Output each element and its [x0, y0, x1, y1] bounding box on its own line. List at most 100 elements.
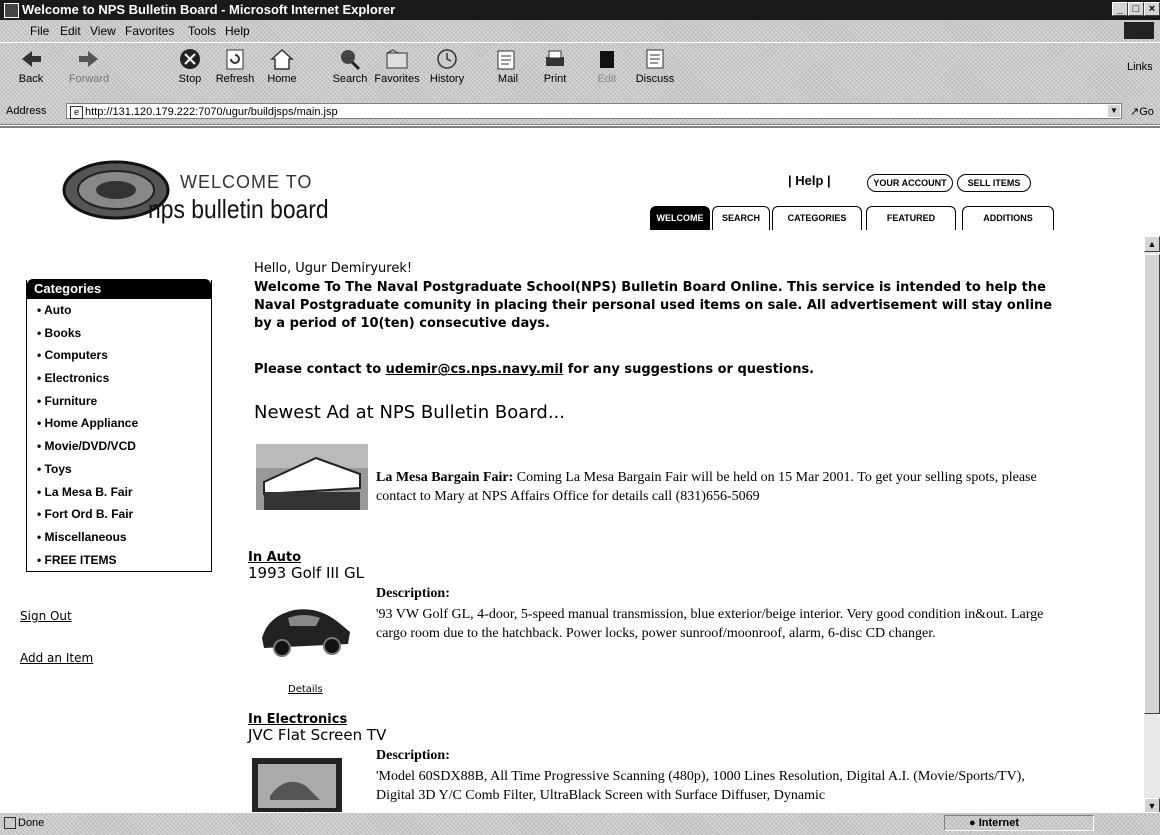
description-label: Description:	[376, 586, 450, 601]
minimize-button[interactable]: _	[1112, 2, 1128, 16]
tab-featured[interactable]: FEATURED	[866, 206, 956, 230]
contact-email-link[interactable]: udemir@cs.nps.navy.mil	[386, 362, 564, 377]
category-electronics[interactable]: • Electronics	[27, 367, 211, 390]
listing-description: 'Model 60SDX88B, All Time Progressive Sc…	[376, 769, 1025, 803]
go-arrow-icon: ↗	[1130, 106, 1140, 118]
menu-favorites[interactable]: Favorites	[125, 24, 174, 38]
menu-tools[interactable]: Tools	[188, 24, 216, 38]
address-input[interactable]: e http://131.120.179.222:7070/ugur/build…	[66, 103, 1122, 119]
favorites-button[interactable]: Favorites	[372, 47, 422, 85]
category-furniture[interactable]: • Furniture	[27, 390, 211, 413]
favorites-folder-icon	[386, 49, 408, 69]
category-computers[interactable]: • Computers	[27, 344, 211, 367]
category-auto[interactable]: • Auto	[27, 299, 211, 322]
help-link[interactable]: | Help |	[788, 173, 831, 188]
search-globe-icon	[341, 50, 361, 71]
car-photo	[262, 609, 350, 657]
home-icon	[270, 48, 294, 70]
close-button[interactable]: ×	[1144, 2, 1160, 16]
newest-heading: Newest Ad at NPS Bulletin Board...	[254, 402, 566, 423]
menu-help[interactable]: Help	[225, 24, 250, 38]
menu-file[interactable]: File	[30, 24, 49, 38]
history-icon	[437, 49, 457, 69]
la-mesa-fair-photo	[256, 444, 368, 510]
tab-welcome[interactable]: WELCOME	[650, 206, 710, 230]
greeting: Hello, Ugur Demiryurek!	[254, 261, 413, 276]
tab-additions[interactable]: ADDITIONS	[962, 206, 1054, 230]
contact-line: Please contact to udemir@cs.nps.navy.mil…	[254, 362, 815, 377]
scroll-up-icon[interactable]: ▲	[1144, 236, 1160, 252]
vertical-scrollbar[interactable]: ▲ ▼	[1144, 236, 1160, 814]
search-button[interactable]: Search	[325, 47, 375, 85]
listing-description: '93 VW Golf GL, 4-door, 5-speed manual t…	[376, 607, 1044, 641]
zone-label: ● Internet	[969, 817, 1020, 829]
mail-icon	[497, 50, 515, 70]
edit-page-icon	[600, 51, 614, 68]
add-item-link[interactable]: Add an Item	[20, 651, 93, 665]
description-label: Description:	[376, 748, 450, 763]
address-bar: Address e http://131.120.179.222:7070/ug…	[0, 100, 1160, 125]
printer-icon	[546, 50, 564, 66]
back-button[interactable]: Back	[6, 47, 56, 85]
details-link[interactable]: Details	[288, 684, 323, 695]
status-text: Done	[18, 817, 45, 829]
status-bar: Done ● Internet	[0, 812, 1160, 835]
tv-photo	[252, 758, 342, 814]
stop-icon	[180, 49, 200, 69]
discuss-button[interactable]: Discuss	[630, 47, 680, 85]
go-button[interactable]: ↗Go	[1130, 105, 1154, 118]
category-home-appliance[interactable]: • Home Appliance	[27, 412, 211, 435]
ie-throbber-logo	[1124, 22, 1154, 39]
listing-title: JVC Flat Screen TV	[248, 726, 387, 744]
your-account-button[interactable]: YOUR ACCOUNT	[867, 174, 953, 192]
ie-app-icon	[4, 3, 19, 18]
address-url: http://131.120.179.222:7070/ugur/buildjs…	[85, 106, 338, 118]
listing-category-link[interactable]: In Auto	[248, 550, 301, 565]
menu-edit[interactable]: Edit	[60, 24, 81, 38]
newest-ad-title: La Mesa Bargain Fair:	[376, 470, 514, 485]
categories-title: Categories	[27, 279, 211, 299]
history-button[interactable]: History	[422, 47, 472, 85]
menu-view[interactable]: View	[90, 24, 116, 38]
stop-button[interactable]: Stop	[165, 47, 215, 85]
welcome-to-text: WELCOME TO	[180, 172, 313, 192]
intro-text: Welcome To The Naval Postgraduate School…	[254, 280, 1053, 331]
site-name: nps bulletin board	[148, 194, 329, 224]
forward-button[interactable]: Forward	[64, 47, 114, 85]
sign-out-link[interactable]: Sign Out	[20, 609, 72, 623]
sell-items-button[interactable]: SELL ITEMS	[957, 174, 1031, 192]
zone-panel: ● Internet	[944, 815, 1094, 831]
refresh-button[interactable]: Refresh	[210, 47, 260, 85]
category-la-mesa-fair[interactable]: • La Mesa B. Fair	[27, 481, 211, 504]
page-status-icon	[4, 817, 16, 829]
category-movie-dvd-vcd[interactable]: • Movie/DVD/VCD	[27, 435, 211, 458]
page-content: WELCOME TO nps bulletin board | Help | Y…	[0, 126, 1160, 814]
scroll-thumb[interactable]	[1144, 254, 1160, 714]
category-books[interactable]: • Books	[27, 322, 211, 345]
toolbar: Back Forward Stop Refresh Home Search Fa…	[0, 42, 1160, 102]
category-fort-ord-fair[interactable]: • Fort Ord B. Fair	[27, 503, 211, 526]
print-button[interactable]: Print	[530, 47, 580, 85]
category-toys[interactable]: • Toys	[27, 458, 211, 481]
menu-bar: File Edit View Favorites Tools Help	[0, 20, 1160, 42]
page-icon: e	[70, 106, 83, 119]
title-bar: Welcome to NPS Bulletin Board - Microsof…	[0, 0, 1160, 20]
forward-arrow-icon	[79, 51, 98, 67]
back-arrow-icon	[22, 51, 41, 67]
category-miscellaneous[interactable]: • Miscellaneous	[27, 526, 211, 549]
categories-box: Categories • Auto • Books • Computers • …	[26, 279, 212, 573]
globe-icon: ●	[969, 817, 976, 829]
listing-category-link[interactable]: In Electronics	[248, 712, 347, 727]
category-free-items[interactable]: • FREE ITEMS	[27, 549, 211, 572]
maximize-button[interactable]: □	[1128, 2, 1144, 16]
home-button[interactable]: Home	[257, 47, 307, 85]
listing-title: 1993 Golf III GL	[248, 564, 364, 582]
links-button[interactable]: Links	[1127, 61, 1153, 73]
discuss-icon	[646, 49, 664, 69]
tab-search[interactable]: SEARCH	[712, 206, 770, 230]
edit-button[interactable]: Edit	[582, 47, 632, 85]
mail-button[interactable]: Mail	[483, 47, 533, 85]
tab-categories[interactable]: CATEGORIES	[772, 206, 862, 230]
address-dropdown-icon[interactable]: ▼	[1108, 105, 1120, 117]
newest-ad-text: La Mesa Bargain Fair: Coming La Mesa Bar…	[376, 470, 1037, 504]
